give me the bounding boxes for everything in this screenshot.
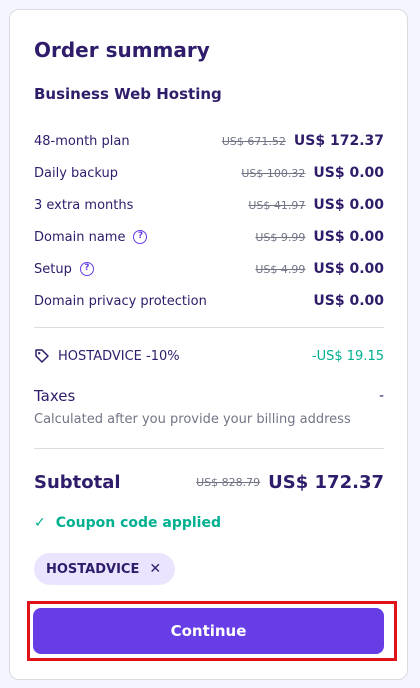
line-item-label: 48-month plan — [34, 133, 130, 149]
line-item-daily-backup: Daily backup US$ 100.32 US$ 0.00 — [34, 163, 384, 183]
original-price: US$ 100.32 — [241, 166, 306, 180]
line-item-setup: Setup ? US$ 4.99 US$ 0.00 — [34, 259, 384, 279]
line-item-label: Daily backup — [34, 165, 119, 181]
final-price: US$ 172.37 — [293, 133, 384, 149]
subtotal-label: Subtotal — [34, 471, 121, 493]
subtotal-original-price: US$ 828.79 — [196, 475, 261, 489]
divider — [34, 327, 384, 328]
taxes-row: Taxes - — [34, 386, 384, 406]
coupon-discount: -US$ 19.15 — [311, 348, 384, 364]
coupon-label: HOSTADVICE -10% — [58, 348, 180, 364]
check-icon: ✓ — [34, 515, 46, 531]
tag-icon — [35, 349, 49, 363]
line-item-label: 3 extra months — [34, 197, 134, 213]
taxes-note: Calculated after you provide your billin… — [34, 412, 351, 427]
help-icon[interactable]: ? — [79, 262, 94, 276]
continue-button-highlight: Continue — [27, 601, 397, 661]
continue-button[interactable]: Continue — [33, 608, 384, 654]
line-item-label: Domain name — [34, 229, 126, 245]
line-item-label: Setup — [34, 261, 72, 277]
line-item-domain-privacy: Domain privacy protection US$ 0.00 — [34, 291, 384, 311]
order-summary-title: Order summary — [34, 38, 210, 62]
coupon-code: HOSTADVICE — [46, 561, 140, 577]
divider — [34, 448, 384, 449]
final-price: US$ 0.00 — [313, 197, 384, 213]
coupon-applied-message: ✓ Coupon code applied — [34, 515, 221, 531]
line-item-label: Domain privacy protection — [34, 293, 207, 309]
line-item-extra-months: 3 extra months US$ 41.97 US$ 0.00 — [34, 195, 384, 215]
original-price: US$ 671.52 — [221, 134, 286, 148]
line-item-domain-name: Domain name ? US$ 9.99 US$ 0.00 — [34, 227, 384, 247]
original-price: US$ 41.97 — [248, 198, 306, 212]
taxes-label: Taxes — [34, 387, 76, 405]
final-price: US$ 0.00 — [313, 165, 384, 181]
help-icon[interactable]: ? — [133, 230, 148, 244]
coupon-chip: HOSTADVICE ✕ — [34, 553, 176, 585]
line-item-plan: 48-month plan US$ 671.52 US$ 172.37 — [34, 131, 384, 151]
original-price: US$ 9.99 — [255, 230, 306, 244]
subtotal-price: US$ 172.37 — [268, 471, 384, 493]
original-price: US$ 4.99 — [255, 262, 306, 276]
final-price: US$ 0.00 — [313, 229, 384, 245]
coupon-discount-row: HOSTADVICE -10% -US$ 19.15 — [34, 346, 384, 366]
order-summary-card: Order summary Business Web Hosting 48-mo… — [9, 9, 408, 680]
final-price: US$ 0.00 — [313, 261, 384, 277]
taxes-value: - — [378, 388, 384, 404]
coupon-applied-text: Coupon code applied — [55, 515, 221, 531]
subtotal-row: Subtotal US$ 828.79 US$ 172.37 — [34, 470, 384, 494]
product-name: Business Web Hosting — [34, 85, 222, 103]
remove-coupon-icon[interactable]: ✕ — [149, 561, 161, 577]
final-price: US$ 0.00 — [313, 293, 384, 309]
